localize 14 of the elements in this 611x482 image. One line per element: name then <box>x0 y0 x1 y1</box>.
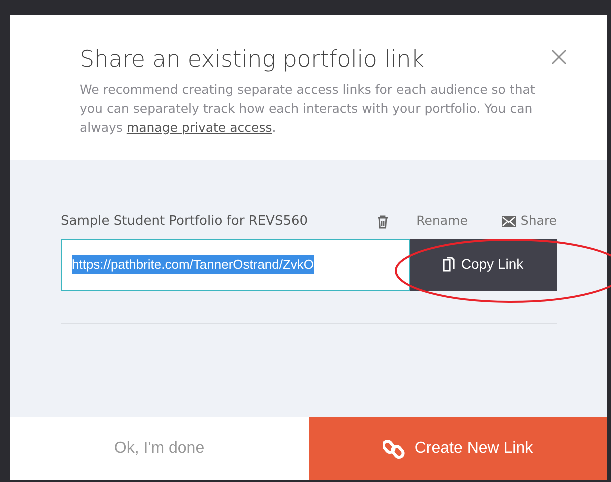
copy-link-button[interactable]: Copy Link <box>410 238 557 290</box>
link-field[interactable]: https://pathbrite.com/TannerOstrand/ZvkO <box>61 238 410 290</box>
create-link-button[interactable]: Create New Link <box>309 417 607 480</box>
dialog-title: Share an existing portfolio link <box>80 46 426 75</box>
manage-access-link[interactable]: manage private access <box>126 120 272 134</box>
share-button[interactable]: Share <box>502 212 557 232</box>
link-icon <box>382 438 405 460</box>
close-button[interactable]: × <box>548 43 571 71</box>
description-text: We recommend creating separate access links for each audience so that you can separately track how each interacts with your portfolio. You can always manage private access. <box>80 80 536 136</box>
envelope-icon <box>502 216 516 228</box>
portfolio-name: Sample Student Portfolio for REVS560 <box>61 213 310 231</box>
rename-button[interactable]: Rename <box>416 212 468 232</box>
copy-icon <box>443 257 456 272</box>
trash-icon[interactable] <box>376 214 389 229</box>
